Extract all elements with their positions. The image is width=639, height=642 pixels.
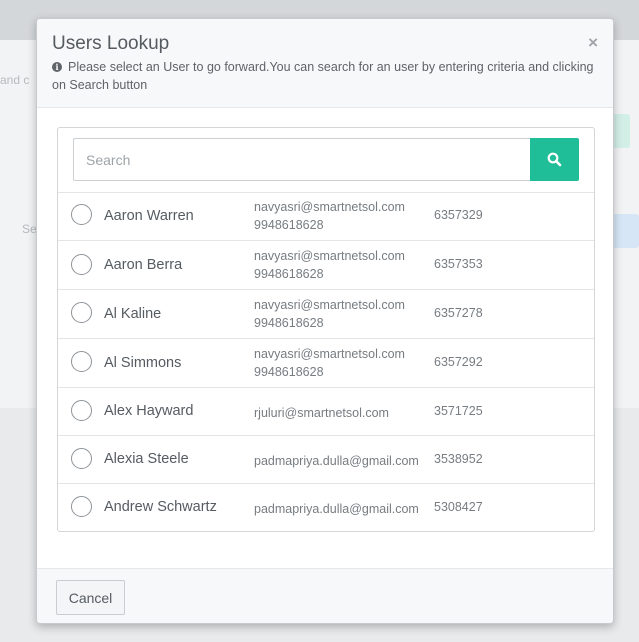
user-phone: 9948618628 [254, 267, 324, 281]
user-contact: navyasri@smartnetsol.com 9948618628 [254, 296, 405, 332]
user-contact: navyasri@smartnetsol.com 9948618628 [254, 345, 405, 381]
user-id: 6357292 [434, 355, 483, 369]
user-email: rjuluri@smartnetsol.com [254, 406, 389, 420]
user-row[interactable]: Al Kaline navyasri@smartnetsol.com 99486… [58, 290, 594, 339]
modal-title: Users Lookup [52, 33, 170, 54]
user-id: 3538952 [434, 452, 483, 466]
user-row[interactable]: Aaron Warren navyasri@smartnetsol.com 99… [58, 192, 594, 241]
user-name: Alex Hayward [104, 403, 194, 419]
modal-header: Users Lookup × i Please select an User to… [37, 19, 613, 108]
user-list-panel: Aaron Warren navyasri@smartnetsol.com 99… [57, 127, 595, 532]
user-id: 6357329 [434, 208, 483, 222]
background-label-fragment: Se [22, 222, 37, 236]
modal-footer: Cancel [37, 568, 613, 623]
user-email: padmapriya.dulla@gmail.com [254, 454, 419, 468]
user-email: padmapriya.dulla@gmail.com [254, 502, 419, 516]
user-contact: navyasri@smartnetsol.com 9948618628 [254, 247, 405, 283]
search-input[interactable] [73, 138, 531, 181]
user-phone: 9948618628 [254, 316, 324, 330]
user-radio[interactable] [71, 254, 92, 275]
user-id: 5308427 [434, 500, 483, 514]
cancel-button[interactable]: Cancel [56, 580, 125, 615]
user-row[interactable]: Andrew Schwartz padmapriya.dulla@gmail.c… [58, 484, 594, 531]
user-name: Al Kaline [104, 306, 162, 322]
user-row[interactable]: Alex Hayward rjuluri@smartnetsol.com 357… [58, 388, 594, 436]
background-green-button [612, 114, 630, 148]
user-radio[interactable] [71, 302, 92, 323]
user-email: navyasri@smartnetsol.com [254, 249, 405, 263]
user-radio[interactable] [71, 204, 92, 225]
user-radio[interactable] [71, 351, 92, 372]
user-phone: 9948618628 [254, 218, 324, 232]
modal-hint: i Please select an User to go forward.You… [52, 58, 600, 94]
user-email: navyasri@smartnetsol.com [254, 347, 405, 361]
search-bar [58, 128, 594, 193]
users-lookup-modal: Users Lookup × i Please select an User to… [36, 18, 614, 624]
user-email: navyasri@smartnetsol.com [254, 200, 405, 214]
user-radio[interactable] [71, 496, 92, 517]
user-list: Aaron Warren navyasri@smartnetsol.com 99… [58, 192, 594, 531]
user-id: 3571725 [434, 404, 483, 418]
info-icon: i [52, 62, 62, 72]
user-name: Aaron Berra [104, 257, 183, 273]
user-id: 6357278 [434, 306, 483, 320]
user-email: navyasri@smartnetsol.com [254, 298, 405, 312]
user-row[interactable]: Alexia Steele padmapriya.dulla@gmail.com… [58, 436, 594, 484]
user-name: Aaron Warren [104, 208, 194, 224]
user-row[interactable]: Al Simmons navyasri@smartnetsol.com 9948… [58, 339, 594, 388]
search-button[interactable] [530, 138, 579, 181]
user-name: Alexia Steele [104, 451, 189, 467]
user-phone: 9948618628 [254, 365, 324, 379]
user-name: Al Simmons [104, 355, 182, 371]
search-icon [547, 152, 562, 167]
user-name: Andrew Schwartz [104, 499, 217, 515]
user-row[interactable]: Aaron Berra navyasri@smartnetsol.com 994… [58, 241, 594, 290]
hint-text: Please select an User to go forward.You … [52, 60, 594, 92]
user-radio[interactable] [71, 448, 92, 469]
user-radio[interactable] [71, 400, 92, 421]
user-id: 6357353 [434, 257, 483, 271]
close-icon[interactable]: × [588, 33, 598, 53]
background-text-fragment: and c [0, 73, 30, 87]
user-contact: navyasri@smartnetsol.com 9948618628 [254, 198, 405, 234]
